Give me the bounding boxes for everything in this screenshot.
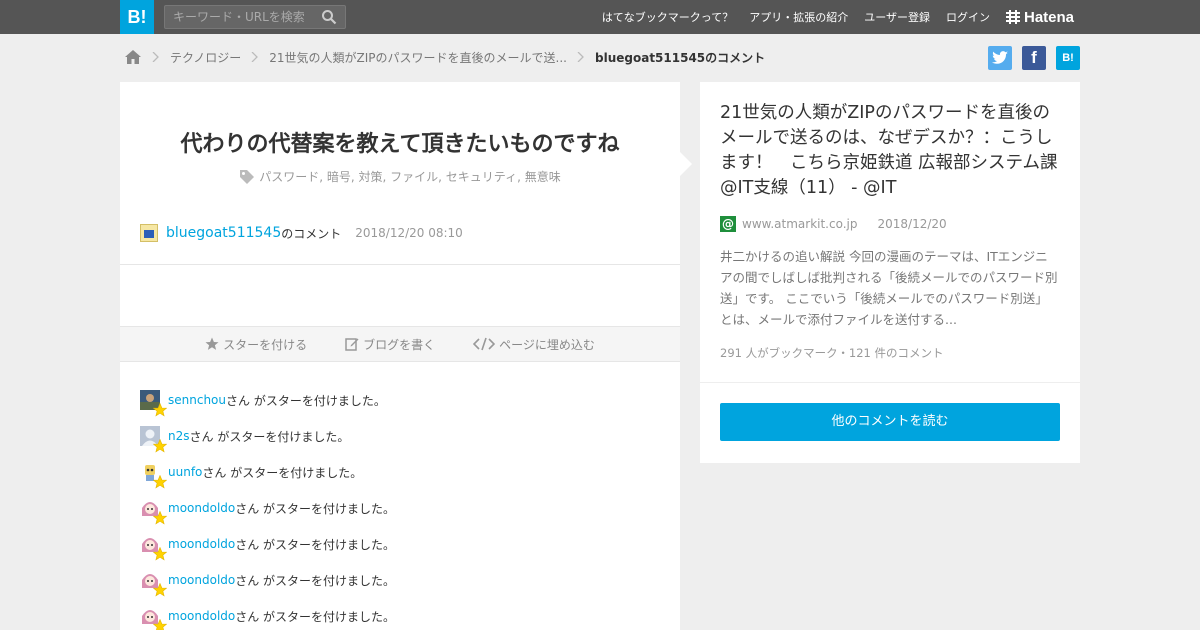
top-bar: B! はてなブックマークって？ アプリ・拡張の紹介 ユーザー登録 ログイン Ha… — [0, 0, 1200, 34]
entry-panel: 21世気の人類がZIPのパスワードを直後のメールで送るのは、なぜデスか？：こうし… — [700, 82, 1080, 382]
edit-icon — [345, 338, 359, 351]
share-buttons: f B! — [978, 46, 1080, 70]
star-suffix: さん がスターを付けました。 — [226, 393, 386, 408]
comment-date: 2018/12/20 08:10 — [355, 226, 463, 240]
star-user[interactable]: n2s — [168, 429, 190, 443]
write-blog-button[interactable]: ブログを書く — [345, 336, 435, 353]
star-row: uunfo さん がスターを付けました。 — [140, 454, 660, 490]
search-icon[interactable] — [321, 9, 337, 25]
read-more-button[interactable]: 他のコメントを読む — [720, 403, 1060, 441]
entry-domain[interactable]: www.atmarkit.co.jp — [742, 217, 858, 231]
author-name[interactable]: bluegoat511545 — [166, 225, 281, 241]
entry-title[interactable]: 21世気の人類がZIPのパスワードを直後のメールで送るのは、なぜデスか？：こうし… — [720, 101, 1062, 201]
comment-text: 代わりの代替案を教えて頂きたいものですね — [180, 132, 620, 157]
star-row: sennchou さん がスターを付けました。 — [140, 382, 660, 418]
avatar[interactable] — [140, 570, 167, 597]
embed-button[interactable]: ページに埋め込む — [473, 336, 595, 353]
comment-tags: パスワード, 暗号, 対策, ファイル, セキュリティ, 無意味 — [120, 168, 680, 185]
hatena-label: Hatena — [1024, 8, 1075, 26]
author-suffix: のコメント — [281, 226, 342, 241]
star-user[interactable]: moondoldo — [168, 501, 235, 515]
avatar[interactable] — [140, 498, 167, 525]
star-user[interactable]: moondoldo — [168, 609, 235, 623]
nav-about[interactable]: はてなブックマークって？ — [602, 9, 733, 25]
nav-login[interactable]: ログイン — [946, 9, 990, 25]
avatar[interactable] — [140, 606, 167, 630]
star-icon — [153, 475, 167, 489]
entry-excerpt: 井二かけるの追い解説 今回の漫画のテーマは、ITエンジニアの間でしばしば批判され… — [720, 249, 1058, 327]
star-suffix: さん がスターを付けました。 — [189, 429, 350, 444]
star-list: sennchou さん がスターを付けました。 n2s さん がスターを付けました。 u… — [140, 382, 660, 630]
avatar[interactable] — [140, 534, 167, 561]
read-more-panel: 他のコメントを読む — [700, 383, 1080, 463]
star-row: moondoldo さん がスターを付けました。 — [140, 562, 660, 598]
add-star-button[interactable]: スターを付ける — [205, 336, 307, 353]
hatebu-icon: B! — [1062, 52, 1074, 64]
breadcrumb-current: bluegoat511545のコメント — [595, 50, 766, 65]
top-nav: はてなブックマークって？ アプリ・拡張の紹介 ユーザー登録 ログイン — [586, 0, 990, 34]
hatebu-logo[interactable]: B! — [120, 0, 154, 34]
breadcrumb-category[interactable]: テクノロジー — [170, 49, 241, 66]
nav-apps[interactable]: アプリ・拡張の紹介 — [749, 9, 848, 25]
star-row: n2s さん がスターを付けました。 — [140, 418, 660, 454]
twitter-icon — [992, 51, 1008, 64]
comment-panel: 代わりの代替案を教えて頂きたいものですね パスワード, 暗号, 対策, ファイル… — [120, 82, 680, 630]
hatena-brand[interactable]: Hatena — [1006, 7, 1074, 27]
comment-author: bluegoat511545 のコメント 2018/12/20 08:10 — [140, 224, 463, 242]
star-user[interactable]: sennchou — [168, 393, 226, 407]
hatebu-share-button[interactable]: B! — [1056, 46, 1080, 70]
star-icon — [153, 547, 167, 561]
avatar[interactable] — [140, 462, 167, 489]
add-star-label: スターを付ける — [223, 337, 308, 352]
facebook-share-button[interactable]: f — [1022, 46, 1046, 70]
avatar[interactable] — [140, 426, 167, 453]
search-input[interactable] — [165, 6, 315, 28]
star-row: moondoldo さん がスターを付けました。 — [140, 490, 660, 526]
facebook-icon: f — [1031, 48, 1037, 67]
action-bar: スターを付ける ブログを書く ページに埋め込む — [120, 326, 680, 362]
star-suffix: さん がスターを付けました。 — [235, 537, 396, 552]
avatar[interactable] — [140, 224, 158, 242]
tag-icon — [240, 169, 255, 184]
panel-pointer — [680, 152, 692, 176]
star-row: moondoldo さん がスターを付けました。 — [140, 598, 660, 630]
star-suffix: さん がスターを付けました。 — [235, 609, 396, 624]
nav-register[interactable]: ユーザー登録 — [864, 9, 930, 25]
divider — [120, 264, 680, 265]
chevron-right-icon — [152, 52, 159, 62]
chevron-right-icon — [577, 52, 584, 62]
star-icon — [153, 619, 167, 630]
embed-label: ページに埋め込む — [499, 337, 595, 352]
star-icon — [153, 403, 167, 417]
entry-date: 2018/12/20 — [877, 217, 947, 231]
write-blog-label: ブログを書く — [363, 337, 436, 352]
star-icon — [153, 439, 167, 453]
star-suffix: さん がスターを付けました。 — [235, 573, 396, 588]
twitter-share-button[interactable] — [988, 46, 1012, 70]
breadcrumb: テクノロジー 21世気の人類がZIPのパスワードを直後のメールで送... blu… — [124, 46, 765, 68]
star-user[interactable]: uunfo — [168, 465, 202, 479]
star-suffix: さん がスターを付けました。 — [235, 501, 396, 516]
star-user[interactable]: moondoldo — [168, 537, 235, 551]
search-box — [164, 5, 346, 29]
home-icon[interactable] — [124, 48, 142, 66]
star-user[interactable]: moondoldo — [168, 573, 235, 587]
star-suffix: さん がスターを付けました。 — [202, 465, 363, 480]
code-icon — [473, 337, 496, 351]
star-icon — [153, 583, 167, 597]
tag-list[interactable]: パスワード, 暗号, 対策, ファイル, セキュリティ, 無意味 — [259, 168, 560, 185]
avatar[interactable] — [140, 390, 167, 417]
entry-meta: @ www.atmarkit.co.jp 2018/12/20 — [720, 216, 947, 232]
star-row: moondoldo さん がスターを付けました。 — [140, 526, 660, 562]
star-icon — [205, 337, 219, 350]
entry-counts[interactable]: 291 人がブックマーク・121 件のコメント — [720, 345, 943, 361]
star-icon — [153, 511, 167, 525]
breadcrumb-entry[interactable]: 21世気の人類がZIPのパスワードを直後のメールで送... — [269, 49, 567, 66]
hatena-mark-icon — [1006, 10, 1020, 24]
chevron-right-icon — [251, 52, 259, 62]
atmark-favicon-icon: @ — [720, 216, 736, 232]
